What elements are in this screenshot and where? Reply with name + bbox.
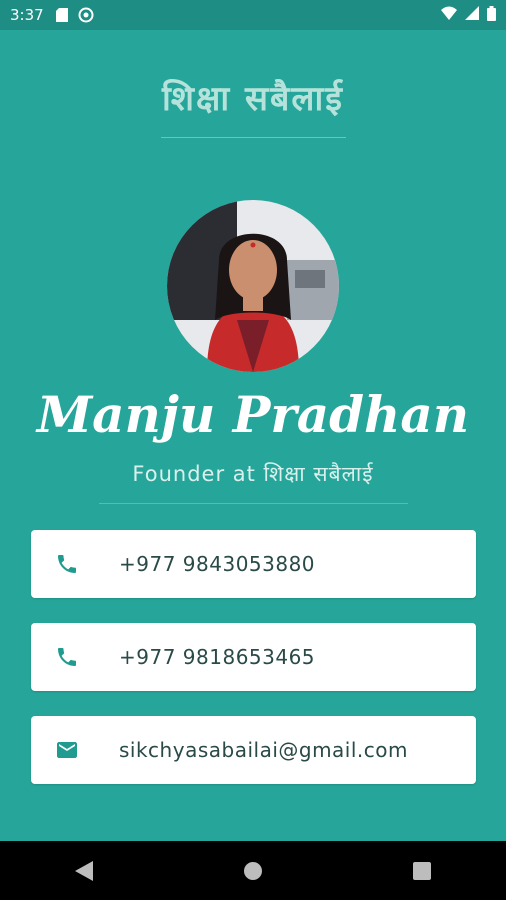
contact-card-phone-1[interactable]: +977 9843053880: [31, 530, 476, 598]
name-divider: [99, 503, 408, 504]
email-icon: [49, 732, 85, 768]
recents-icon[interactable]: [392, 851, 452, 891]
profile-name: Manju Pradhan: [36, 385, 470, 444]
contact-value: sikchyasabailai@gmail.com: [119, 738, 408, 762]
sd-card-icon: [55, 8, 68, 22]
contact-value: +977 9818653465: [119, 645, 316, 669]
profile-subtitle: Founder at शिक्षा सबैलाई: [132, 462, 374, 486]
app-title: शिक्षा सबैलाई: [162, 79, 344, 119]
navigation-bar: [0, 841, 506, 900]
contact-value: +977 9843053880: [119, 552, 316, 576]
home-icon[interactable]: [223, 851, 283, 891]
title-divider: [161, 137, 346, 138]
avatar: [167, 200, 339, 372]
back-icon[interactable]: [54, 851, 114, 891]
phone-icon: [49, 639, 85, 675]
phone-icon: [49, 546, 85, 582]
battery-icon: [487, 5, 496, 25]
sync-icon: [78, 7, 94, 23]
status-time: 3:37: [10, 6, 44, 24]
contact-card-phone-2[interactable]: +977 9818653465: [31, 623, 476, 691]
status-bar: 3:37: [0, 0, 506, 30]
wifi-icon: [441, 6, 457, 24]
contact-card-email[interactable]: sikchyasabailai@gmail.com: [31, 716, 476, 784]
signal-icon: [465, 6, 479, 24]
